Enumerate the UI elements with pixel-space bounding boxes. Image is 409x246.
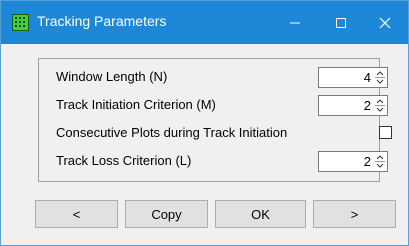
close-button[interactable] (362, 1, 408, 44)
ok-button[interactable]: OK (215, 200, 306, 228)
track-initiation-label: Track Initiation Criterion (M) (56, 97, 216, 112)
spinner-arrows-icon[interactable] (374, 97, 386, 114)
consecutive-plots-row: Consecutive Plots during Track Initiatio… (56, 123, 392, 143)
track-initiation-spinner[interactable]: 2 (318, 95, 388, 116)
track-loss-value: 2 (363, 154, 371, 169)
previous-button[interactable]: < (35, 200, 118, 228)
next-button[interactable]: > (313, 200, 396, 228)
window-length-row: Window Length (N) 4 (56, 67, 388, 88)
track-initiation-value: 2 (363, 98, 371, 113)
parameters-panel: Window Length (N) 4 Track Initiation Cri… (38, 58, 392, 182)
minimize-icon (290, 22, 300, 23)
track-loss-label: Track Loss Criterion (L) (56, 153, 192, 168)
window-length-value: 4 (363, 70, 371, 85)
track-loss-row: Track Loss Criterion (L) 2 (56, 151, 388, 172)
window-length-label: Window Length (N) (56, 69, 168, 84)
window-length-spinner[interactable]: 4 (318, 67, 388, 88)
copy-button[interactable]: Copy (125, 200, 208, 228)
track-loss-spinner[interactable]: 2 (318, 151, 388, 172)
tracking-grid-icon (12, 14, 29, 31)
tracking-parameters-dialog: Tracking Parameters Window Length (N) 4 (0, 0, 409, 246)
spinner-arrows-icon[interactable] (374, 153, 386, 170)
close-icon (379, 17, 391, 28)
title-bar[interactable]: Tracking Parameters (1, 1, 408, 44)
minimize-button[interactable] (272, 1, 318, 44)
window-title: Tracking Parameters (37, 13, 167, 29)
consecutive-plots-checkbox[interactable] (379, 126, 392, 139)
spinner-arrows-icon[interactable] (374, 69, 386, 86)
maximize-button[interactable] (318, 1, 364, 44)
track-initiation-row: Track Initiation Criterion (M) 2 (56, 95, 388, 116)
consecutive-plots-label: Consecutive Plots during Track Initiatio… (56, 125, 288, 140)
maximize-icon (336, 17, 346, 28)
